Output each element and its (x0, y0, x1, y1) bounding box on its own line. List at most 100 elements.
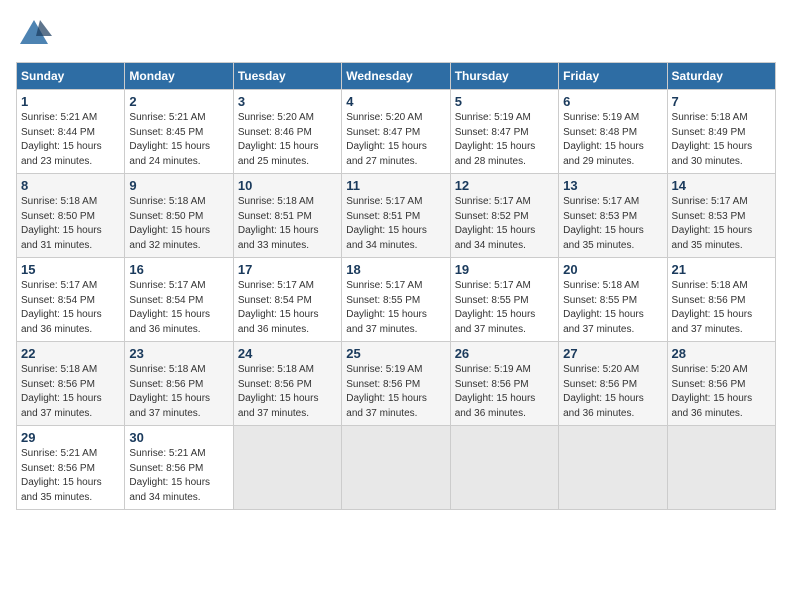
day-number: 26 (455, 346, 554, 361)
calendar-cell: 3 Sunrise: 5:20 AM Sunset: 8:46 PM Daylig… (233, 90, 341, 174)
day-info: Sunrise: 5:18 AM Sunset: 8:55 PM Dayligh… (563, 280, 644, 335)
calendar-cell (450, 426, 558, 510)
day-number: 24 (238, 346, 337, 361)
day-info: Sunrise: 5:21 AM Sunset: 8:45 PM Dayligh… (129, 112, 210, 167)
day-number: 16 (129, 262, 228, 277)
calendar-cell (342, 426, 450, 510)
day-number: 21 (672, 262, 771, 277)
calendar-cell: 2 Sunrise: 5:21 AM Sunset: 8:45 PM Daylig… (125, 90, 233, 174)
calendar-cell: 19Sunrise: 5:17 AM Sunset: 8:55 PM Dayli… (450, 258, 558, 342)
calendar-cell: 16 Sunrise: 5:17 AM Sunset: 8:54 PM Dayli… (125, 258, 233, 342)
day-info: Sunrise: 5:19 AM Sunset: 8:48 PM Dayligh… (563, 112, 644, 167)
calendar-cell: 20 Sunrise: 5:18 AM Sunset: 8:55 PM Dayli… (559, 258, 667, 342)
day-info: Sunrise: 5:21 AM Sunset: 8:56 PM Dayligh… (21, 448, 102, 503)
calendar-cell: 8 Sunrise: 5:18 AM Sunset: 8:50 PM Daylig… (17, 174, 125, 258)
day-number: 5 (455, 94, 554, 109)
calendar-cell (667, 426, 775, 510)
day-info: Sunrise: 5:21 AM Sunset: 8:56 PM Dayligh… (129, 448, 210, 503)
day-number: 13 (563, 178, 662, 193)
calendar-cell: 12 Sunrise: 5:17 AM Sunset: 8:52 PM Dayli… (450, 174, 558, 258)
calendar-cell: 7Sunrise: 5:18 AM Sunset: 8:49 PM Daylig… (667, 90, 775, 174)
day-number: 8 (21, 178, 120, 193)
calendar-weekday-header: Monday (125, 63, 233, 90)
day-number: 27 (563, 346, 662, 361)
day-info: Sunrise: 5:18 AM Sunset: 8:56 PM Dayligh… (129, 364, 210, 419)
day-number: 2 (129, 94, 228, 109)
day-info: Sunrise: 5:17 AM Sunset: 8:52 PM Dayligh… (455, 196, 536, 251)
calendar-cell: 22 Sunrise: 5:18 AM Sunset: 8:56 PM Dayli… (17, 342, 125, 426)
calendar-weekday-header: Saturday (667, 63, 775, 90)
day-number: 28 (672, 346, 771, 361)
calendar-header-row: SundayMondayTuesdayWednesdayThursdayFrid… (17, 63, 776, 90)
calendar-cell: 9Sunrise: 5:18 AM Sunset: 8:50 PM Daylig… (125, 174, 233, 258)
day-info: Sunrise: 5:20 AM Sunset: 8:47 PM Dayligh… (346, 112, 427, 167)
day-info: Sunrise: 5:18 AM Sunset: 8:51 PM Dayligh… (238, 196, 319, 251)
calendar-cell: 11 Sunrise: 5:17 AM Sunset: 8:51 PM Dayli… (342, 174, 450, 258)
calendar-week-row: 8 Sunrise: 5:18 AM Sunset: 8:50 PM Daylig… (17, 174, 776, 258)
day-info: Sunrise: 5:17 AM Sunset: 8:53 PM Dayligh… (563, 196, 644, 251)
calendar-cell: 1 Sunrise: 5:21 AM Sunset: 8:44 PM Daylig… (17, 90, 125, 174)
calendar-cell: 25Sunrise: 5:19 AM Sunset: 8:56 PM Dayli… (342, 342, 450, 426)
day-number: 11 (346, 178, 445, 193)
day-info: Sunrise: 5:18 AM Sunset: 8:50 PM Dayligh… (21, 196, 102, 251)
logo-icon (16, 16, 52, 52)
day-number: 4 (346, 94, 445, 109)
day-number: 15 (21, 262, 120, 277)
day-info: Sunrise: 5:20 AM Sunset: 8:56 PM Dayligh… (672, 364, 753, 419)
calendar-cell (233, 426, 341, 510)
calendar-cell (559, 426, 667, 510)
calendar-cell: 17 Sunrise: 5:17 AM Sunset: 8:54 PM Dayli… (233, 258, 341, 342)
day-info: Sunrise: 5:17 AM Sunset: 8:54 PM Dayligh… (238, 280, 319, 335)
calendar-cell: 6 Sunrise: 5:19 AM Sunset: 8:48 PM Daylig… (559, 90, 667, 174)
calendar-cell: 15Sunrise: 5:17 AM Sunset: 8:54 PM Dayli… (17, 258, 125, 342)
calendar-week-row: 15 Sunrise: 5:17 AM Sunset: 8:54 PM Dayli… (17, 258, 776, 342)
day-info: Sunrise: 5:17 AM Sunset: 8:55 PM Dayligh… (455, 280, 536, 335)
calendar-cell: 10 Sunrise: 5:18 AM Sunset: 8:51 PM Dayli… (233, 174, 341, 258)
day-number: 23 (129, 346, 228, 361)
calendar-cell: 30Sunrise: 5:21 AM Sunset: 8:56 PM Dayli… (125, 426, 233, 510)
calendar-week-row: 29 Sunrise: 5:21 AM Sunset: 8:56 PM Dayli… (17, 426, 776, 510)
day-info: Sunrise: 5:20 AM Sunset: 8:56 PM Dayligh… (563, 364, 644, 419)
calendar-cell: 28 Sunrise: 5:20 AM Sunset: 8:56 PM Dayli… (667, 342, 775, 426)
calendar-cell: 23 Sunrise: 5:18 AM Sunset: 8:56 PM Dayli… (125, 342, 233, 426)
calendar-cell: 14Sunrise: 5:17 AM Sunset: 8:53 PM Dayli… (667, 174, 775, 258)
calendar-cell: 27 Sunrise: 5:20 AM Sunset: 8:56 PM Dayli… (559, 342, 667, 426)
day-number: 3 (238, 94, 337, 109)
day-info: Sunrise: 5:18 AM Sunset: 8:56 PM Dayligh… (21, 364, 102, 419)
day-number: 17 (238, 262, 337, 277)
calendar-weekday-header: Wednesday (342, 63, 450, 90)
day-number: 22 (21, 346, 120, 361)
calendar-cell: 21Sunrise: 5:18 AM Sunset: 8:56 PM Dayli… (667, 258, 775, 342)
day-number: 10 (238, 178, 337, 193)
day-number: 20 (563, 262, 662, 277)
calendar-week-row: 1 Sunrise: 5:21 AM Sunset: 8:44 PM Daylig… (17, 90, 776, 174)
day-info: Sunrise: 5:17 AM Sunset: 8:54 PM Dayligh… (129, 280, 210, 335)
day-number: 7 (672, 94, 771, 109)
day-number: 29 (21, 430, 120, 445)
day-info: Sunrise: 5:17 AM Sunset: 8:51 PM Dayligh… (346, 196, 427, 251)
calendar-body: 1 Sunrise: 5:21 AM Sunset: 8:44 PM Daylig… (17, 90, 776, 510)
calendar-cell: 18 Sunrise: 5:17 AM Sunset: 8:55 PM Dayli… (342, 258, 450, 342)
day-info: Sunrise: 5:21 AM Sunset: 8:44 PM Dayligh… (21, 112, 102, 167)
day-number: 12 (455, 178, 554, 193)
calendar-cell: 26 Sunrise: 5:19 AM Sunset: 8:56 PM Dayli… (450, 342, 558, 426)
day-info: Sunrise: 5:20 AM Sunset: 8:46 PM Dayligh… (238, 112, 319, 167)
calendar-table: SundayMondayTuesdayWednesdayThursdayFrid… (16, 62, 776, 510)
calendar-week-row: 22 Sunrise: 5:18 AM Sunset: 8:56 PM Dayli… (17, 342, 776, 426)
day-number: 1 (21, 94, 120, 109)
day-number: 6 (563, 94, 662, 109)
day-info: Sunrise: 5:17 AM Sunset: 8:55 PM Dayligh… (346, 280, 427, 335)
day-info: Sunrise: 5:18 AM Sunset: 8:56 PM Dayligh… (238, 364, 319, 419)
logo (16, 16, 54, 52)
day-number: 18 (346, 262, 445, 277)
calendar-cell: 24 Sunrise: 5:18 AM Sunset: 8:56 PM Dayli… (233, 342, 341, 426)
calendar-weekday-header: Tuesday (233, 63, 341, 90)
day-info: Sunrise: 5:19 AM Sunset: 8:56 PM Dayligh… (455, 364, 536, 419)
day-number: 14 (672, 178, 771, 193)
calendar-weekday-header: Sunday (17, 63, 125, 90)
calendar-cell: 4 Sunrise: 5:20 AM Sunset: 8:47 PM Daylig… (342, 90, 450, 174)
day-info: Sunrise: 5:18 AM Sunset: 8:50 PM Dayligh… (129, 196, 210, 251)
calendar-cell: 5Sunrise: 5:19 AM Sunset: 8:47 PM Daylig… (450, 90, 558, 174)
calendar-cell: 29 Sunrise: 5:21 AM Sunset: 8:56 PM Dayli… (17, 426, 125, 510)
day-info: Sunrise: 5:19 AM Sunset: 8:56 PM Dayligh… (346, 364, 427, 419)
